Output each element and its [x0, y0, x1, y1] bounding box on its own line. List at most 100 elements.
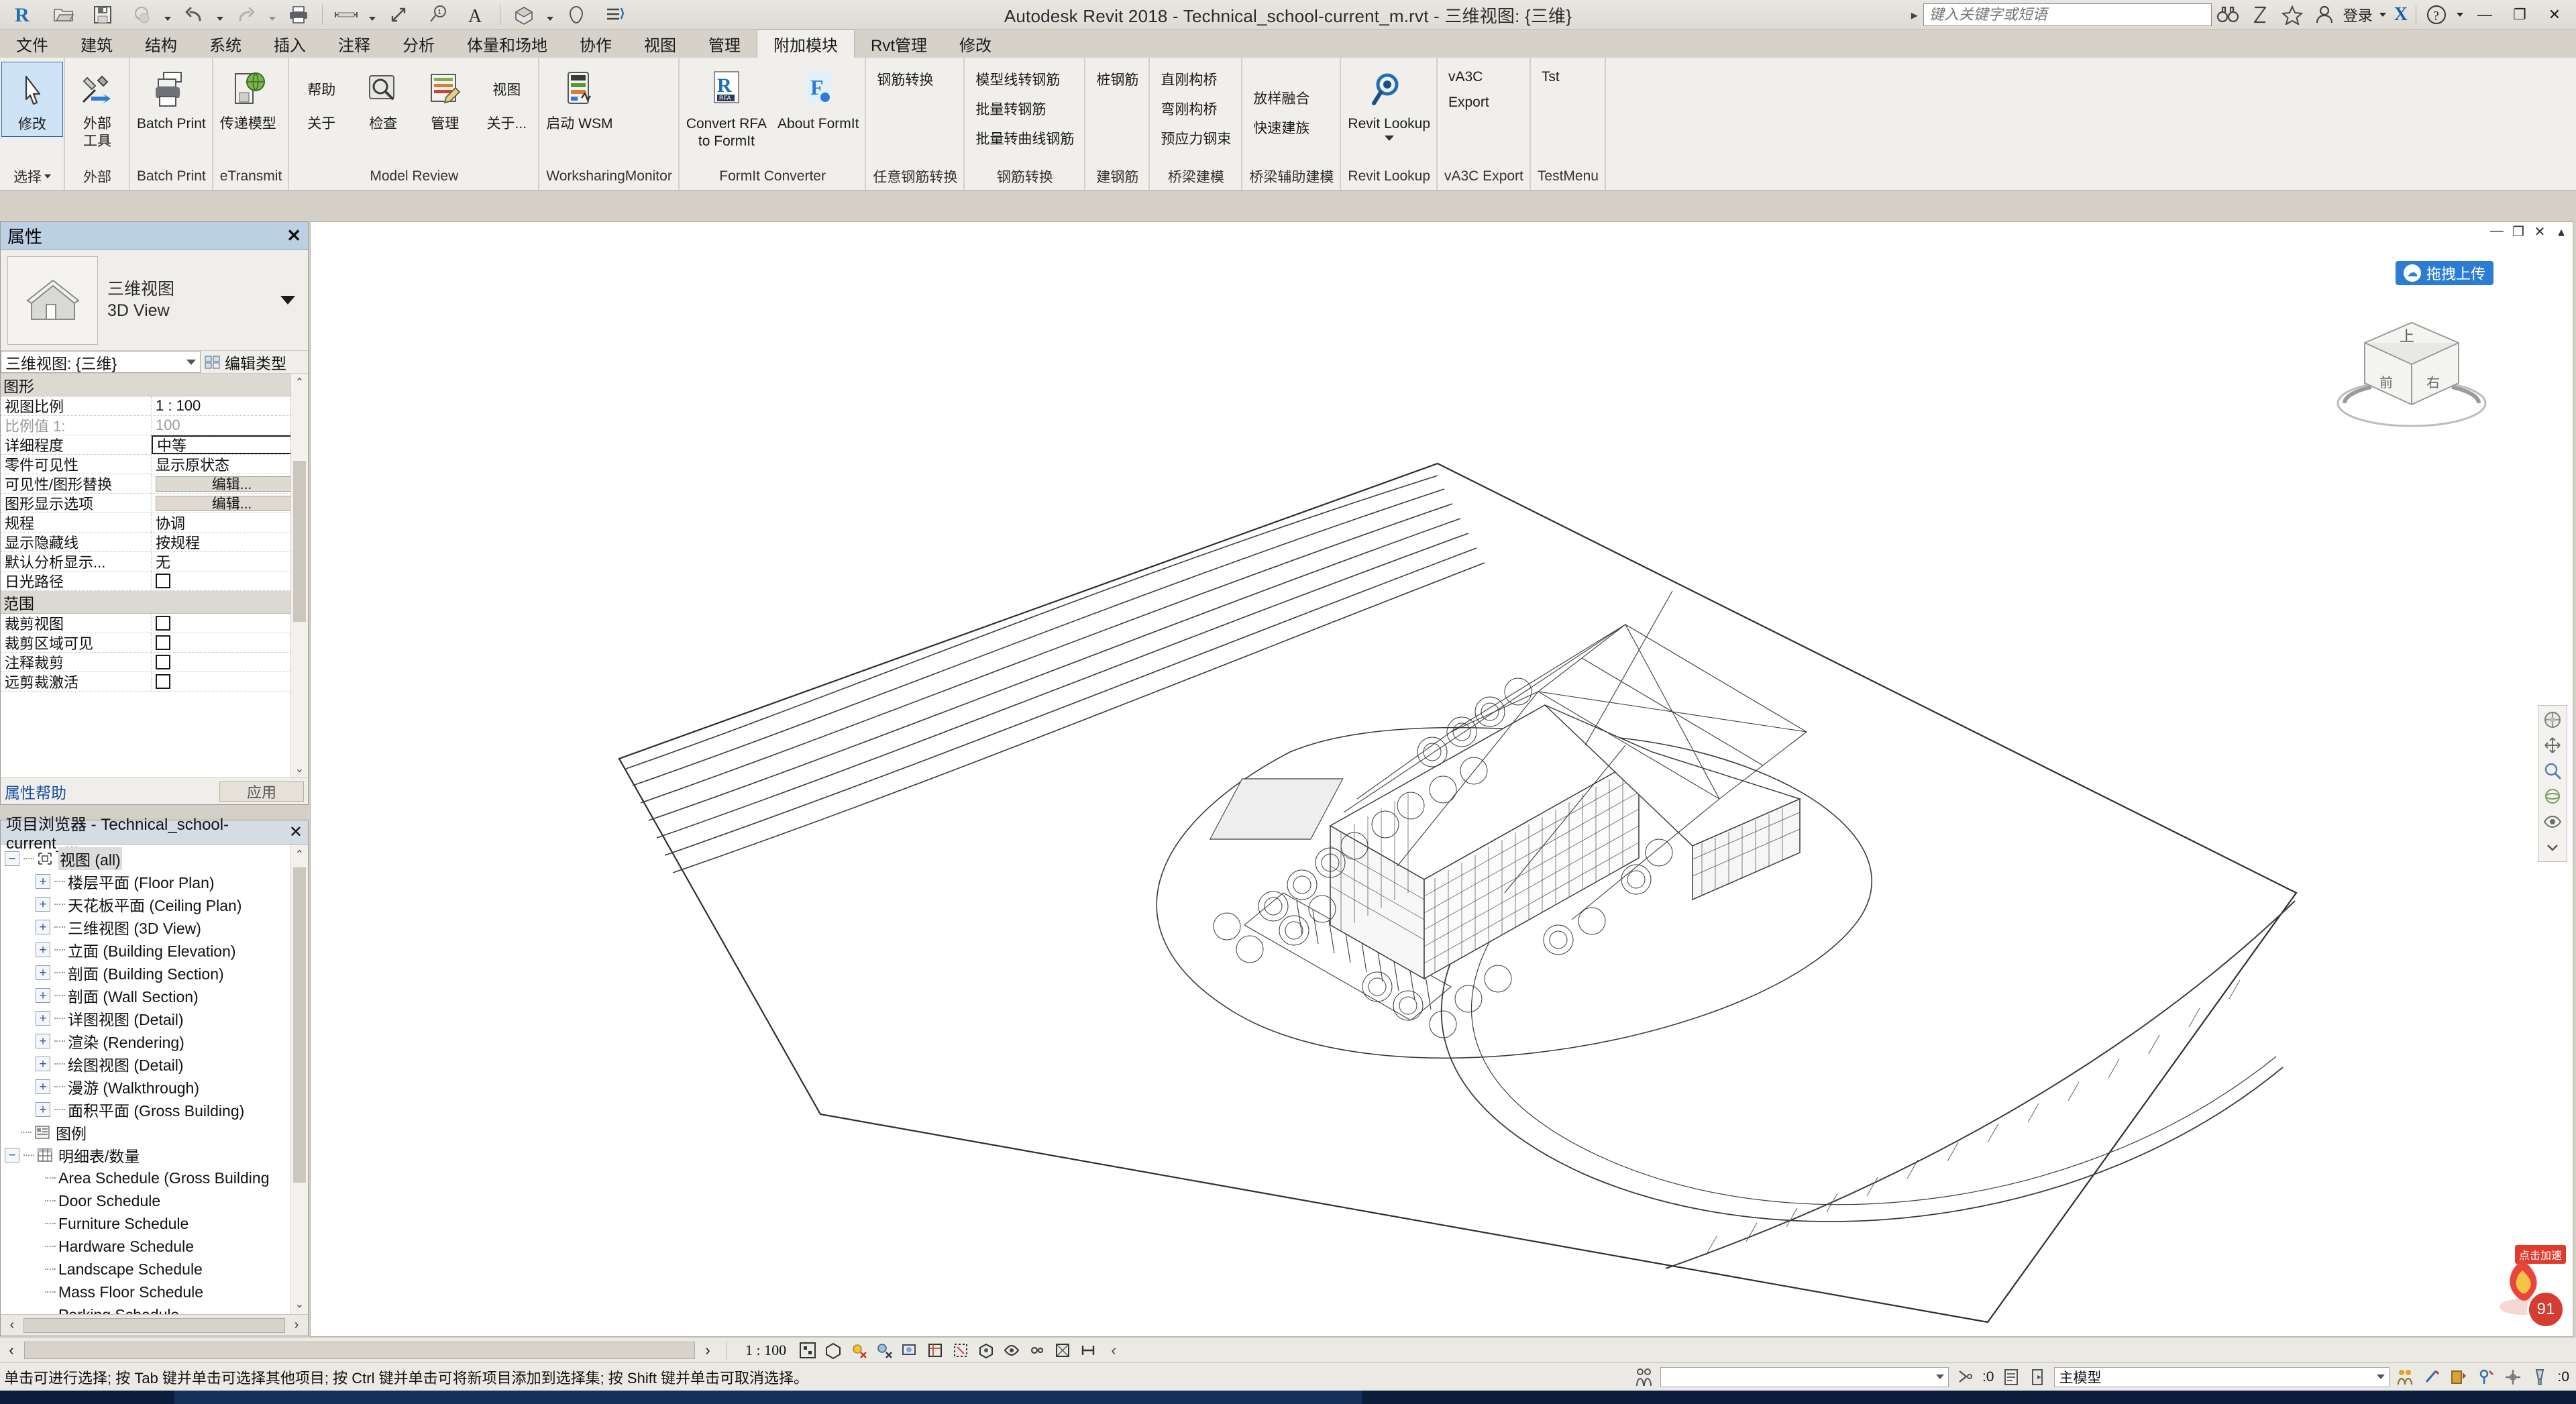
zoom-icon[interactable]: [2541, 759, 2564, 782]
expander-icon[interactable]: −: [5, 1148, 19, 1163]
list-item[interactable]: Hardware Schedule: [1, 1235, 308, 1258]
lock-3d-icon[interactable]: [977, 1341, 996, 1360]
user-icon[interactable]: [2308, 0, 2341, 30]
stack-item-桩钢筋[interactable]: 桩钢筋: [1091, 64, 1144, 94]
table-row[interactable]: 零件可见性 显示原状态: [1, 455, 308, 474]
nav-more-caret-icon[interactable]: [2541, 836, 2564, 859]
viewctl-right-arrow[interactable]: ›: [696, 1342, 719, 1359]
filter-icon[interactable]: [2395, 1366, 2416, 1388]
about-formit-button[interactable]: F About FormIt: [772, 62, 864, 136]
properties-type-selector[interactable]: 三维视图 3D View: [1, 250, 308, 351]
list-item[interactable]: Mass Floor Schedule: [1, 1281, 308, 1303]
drag-upload-badge[interactable]: ☁ 拖拽上传: [2396, 261, 2493, 285]
property-value[interactable]: 按规程: [152, 533, 308, 551]
tree-item-3d-view[interactable]: + 三维视图 (3D View): [1, 916, 308, 938]
stack-item-批量转曲线钢筋[interactable]: 批量转曲线钢筋: [970, 123, 1079, 153]
property-value[interactable]: 显示原状态: [152, 455, 308, 474]
browser-scrollbar-thumb[interactable]: [293, 867, 306, 1183]
expander-icon[interactable]: +: [36, 920, 50, 934]
tree-item-views-all[interactable]: − 视图 (all): [1, 847, 308, 870]
orbit-icon[interactable]: [2541, 785, 2564, 808]
aligned-dimension-icon[interactable]: [379, 1, 418, 29]
temp-hide-icon[interactable]: [1002, 1341, 1021, 1360]
default-3d-view-icon[interactable]: [504, 1, 543, 29]
table-row[interactable]: 规程 协调: [1, 513, 308, 533]
property-value[interactable]: 无: [152, 552, 308, 571]
search-input[interactable]: [1923, 3, 2212, 26]
visual-style-icon[interactable]: [824, 1341, 843, 1360]
stack-item-模型线转钢筋[interactable]: 模型线转钢筋: [970, 64, 1079, 94]
model-review-help-button[interactable]: 帮助 关于: [290, 62, 352, 136]
select-link-icon[interactable]: [2422, 1366, 2443, 1388]
close-button[interactable]: ✕: [2537, 0, 2572, 30]
signin-dropdown-caret[interactable]: [2375, 0, 2390, 30]
stack-item-Tst[interactable]: Tst: [1536, 64, 1565, 90]
browser-hscroll-track[interactable]: [23, 1318, 285, 1333]
detail-level-icon[interactable]: [798, 1341, 817, 1360]
help-icon[interactable]: ?: [2420, 0, 2453, 30]
expander-icon[interactable]: +: [36, 988, 50, 1003]
table-row[interactable]: 远剪裁激活: [1, 672, 308, 692]
browser-hscroll-left-icon[interactable]: ‹: [1, 1317, 23, 1333]
table-row[interactable]: 注释裁剪: [1, 653, 308, 672]
expander-icon[interactable]: +: [36, 965, 50, 980]
view-close-icon[interactable]: ✕: [2531, 223, 2548, 240]
shadows-icon[interactable]: [875, 1341, 894, 1360]
expander-icon[interactable]: +: [36, 1079, 50, 1094]
editable-only-icon[interactable]: [2000, 1366, 2022, 1388]
list-item[interactable]: Area Schedule (Gross Building: [1, 1167, 308, 1189]
navigation-toolbar[interactable]: [2538, 705, 2567, 862]
type-selector-caret[interactable]: [274, 296, 301, 305]
text-icon[interactable]: A: [457, 1, 496, 29]
expander-icon[interactable]: +: [36, 897, 50, 912]
minimize-button[interactable]: —: [2467, 0, 2502, 30]
table-row[interactable]: 裁剪区域可见: [1, 633, 308, 653]
crop-region-icon[interactable]: [951, 1341, 970, 1360]
browser-scroll-up-icon[interactable]: ⌃: [291, 845, 308, 865]
view-minimize-icon[interactable]: —: [2488, 223, 2506, 240]
revit-logo-icon[interactable]: R: [5, 1, 44, 29]
stack-item-vA3C[interactable]: vA3C: [1443, 64, 1495, 90]
view-scale-label[interactable]: 1 : 100: [733, 1342, 798, 1359]
select-pinned-icon[interactable]: [2475, 1366, 2497, 1388]
tree-item-building-elevation[interactable]: + 立面 (Building Elevation): [1, 938, 308, 961]
view-collapse-icon[interactable]: ▴: [2553, 223, 2570, 240]
expander-icon[interactable]: +: [36, 1057, 50, 1071]
tree-item-schedules[interactable]: − 明细表/数量: [1, 1144, 308, 1167]
list-item[interactable]: Parking Schedule: [1, 1303, 308, 1314]
edit-visibility-graphics-button[interactable]: 编辑...: [156, 476, 308, 492]
browser-scroll-down-icon[interactable]: ⌄: [291, 1294, 308, 1314]
design-options-icon[interactable]: [1954, 1366, 1976, 1388]
expander-icon[interactable]: +: [36, 942, 50, 957]
open-icon[interactable]: [44, 1, 83, 29]
property-group-graphics[interactable]: 图形 ⌃: [1, 374, 308, 396]
exchange-apps-icon[interactable]: X: [2390, 4, 2412, 25]
crop-view-checkbox[interactable]: [156, 616, 170, 631]
redo-dropdown-caret[interactable]: [266, 1, 279, 29]
print-icon[interactable]: [279, 1, 318, 29]
sun-path-checkbox[interactable]: [156, 574, 170, 588]
property-value[interactable]: 1 : 100: [152, 396, 308, 415]
drawing-canvas[interactable]: — ❐ ✕ ▴: [310, 221, 2573, 1337]
tree-item-area-plan[interactable]: + 面积平面 (Gross Building): [1, 1098, 308, 1121]
tab-管理[interactable]: 管理: [692, 30, 757, 58]
tab-插入[interactable]: 插入: [258, 30, 322, 58]
table-row[interactable]: 详细程度 中等: [1, 435, 308, 455]
property-group-extents[interactable]: 范围 ⌃: [1, 591, 308, 614]
tree-item-building-section[interactable]: + 剖面 (Building Section): [1, 961, 308, 984]
viewctl-scroll-track[interactable]: [24, 1342, 695, 1359]
expander-icon[interactable]: −: [5, 851, 19, 866]
start-wsm-button[interactable]: 启动 WSM: [541, 62, 618, 136]
save-icon[interactable]: [83, 1, 122, 29]
list-item[interactable]: Furniture Schedule: [1, 1212, 308, 1235]
tab-视图[interactable]: 视图: [628, 30, 692, 58]
tree-item-rendering[interactable]: + 渲染 (Rendering): [1, 1030, 308, 1052]
project-browser-scrollbar[interactable]: ⌃ ⌄: [290, 845, 308, 1314]
tab-注释[interactable]: 注释: [322, 30, 386, 58]
table-row[interactable]: 可见性/图形替换 编辑...: [1, 474, 308, 494]
tab-体量和场地[interactable]: 体量和场地: [451, 30, 564, 58]
section-icon[interactable]: [557, 1, 596, 29]
view-restore-icon[interactable]: ❐: [2510, 223, 2527, 240]
model-combo[interactable]: 主模型: [2054, 1367, 2390, 1387]
sync-icon[interactable]: [122, 1, 161, 29]
